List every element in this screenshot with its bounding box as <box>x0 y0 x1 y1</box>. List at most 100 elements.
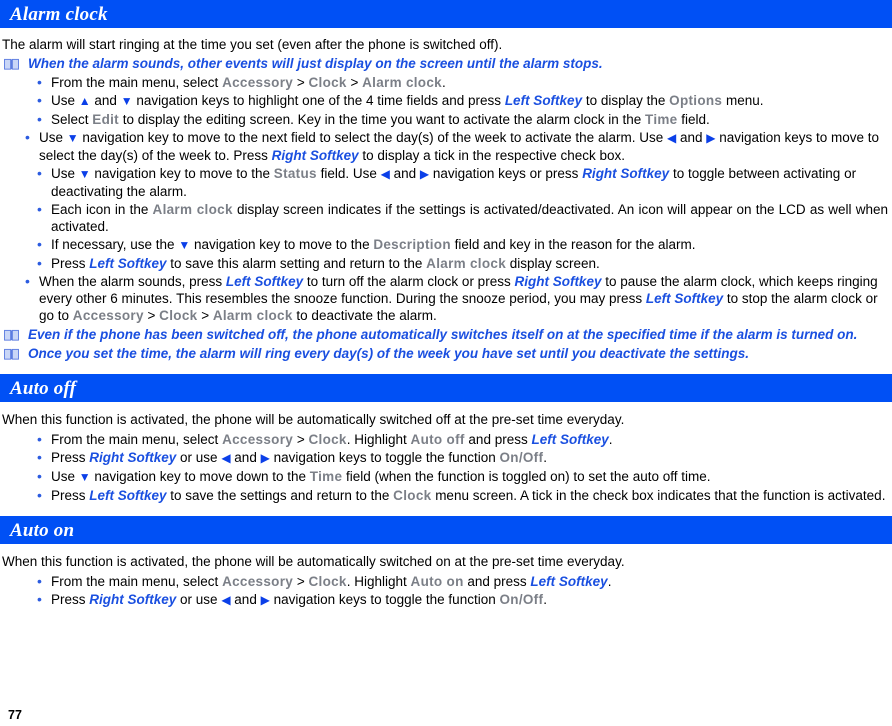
text: . <box>543 592 548 607</box>
ui-name-clock: Clock <box>159 308 198 323</box>
arrow-right-icon: ▶ <box>419 167 430 181</box>
list-item: Press Right Softkey or use ◀ and ▶ navig… <box>34 448 892 467</box>
open-book-icon <box>4 329 19 342</box>
text: Use <box>51 166 79 181</box>
separator: > <box>143 308 160 323</box>
bullet-list-auto-on: From the main menu, select Accessory > C… <box>0 572 892 609</box>
ui-name-accessory: Accessory <box>222 75 294 90</box>
text: Select <box>51 112 93 127</box>
section-title: Auto on <box>10 519 75 541</box>
arrow-left-icon: ◀ <box>221 593 231 607</box>
section-header-alarm-clock: Alarm clock <box>0 0 892 28</box>
text: field. <box>677 112 710 127</box>
section-header-auto-on: Auto on <box>0 516 892 544</box>
text: to save the settings and return to the <box>166 488 394 503</box>
text: to display the editing screen. Key in th… <box>118 112 646 127</box>
softkey-left: Left Softkey <box>225 274 304 289</box>
text: and <box>90 93 121 108</box>
list-item: Press Left Softkey to save the settings … <box>34 486 892 504</box>
ui-name-edit: Edit <box>92 112 119 127</box>
note-line: Once you set the time, the alarm will ri… <box>4 345 892 362</box>
ui-name-alarm-clock: Alarm clock <box>152 202 233 217</box>
text: Use <box>51 469 79 484</box>
text: From the main menu, select <box>51 432 223 447</box>
ui-name-auto-on: Auto on <box>410 574 464 589</box>
text: navigation keys to toggle the function <box>269 592 500 607</box>
text: and press <box>464 432 532 447</box>
text: If necessary, use the <box>51 237 179 252</box>
arrow-down-icon: ▼ <box>120 94 133 108</box>
softkey-left: Left Softkey <box>645 291 724 306</box>
ui-name-alarm-clock: Alarm clock <box>426 256 507 271</box>
ui-name-alarm-clock: Alarm clock <box>362 75 442 90</box>
text: . <box>608 432 613 447</box>
note-text: Once you set the time, the alarm will ri… <box>28 346 749 361</box>
text: navigation key to move to the <box>90 166 274 181</box>
open-book-icon <box>4 348 19 361</box>
separator: > <box>293 432 309 447</box>
text: . <box>607 574 612 589</box>
ui-name-on-off: On/Off <box>499 592 544 607</box>
section-title: Alarm clock <box>10 3 108 25</box>
ui-name-alarm-clock: Alarm clock <box>212 308 293 323</box>
arrow-left-icon: ◀ <box>221 451 231 465</box>
arrow-up-icon: ▲ <box>78 94 91 108</box>
list-item: Press Right Softkey or use ◀ and ▶ navig… <box>34 590 892 609</box>
arrow-right-icon: ▶ <box>260 451 270 465</box>
ui-name-time: Time <box>645 112 678 127</box>
arrow-down-icon: ▼ <box>178 238 191 252</box>
page-number: 77 <box>8 708 22 722</box>
list-item: Use ▼ navigation key to move down to the… <box>34 467 892 486</box>
text: Use <box>51 93 79 108</box>
text: navigation key to move to the next field… <box>78 130 667 145</box>
text: From the main menu, select <box>51 75 223 90</box>
text: menu screen. A tick in the check box ind… <box>431 488 886 503</box>
ui-name-accessory: Accessory <box>222 432 294 447</box>
list-item: Use ▲ and ▼ navigation keys to highlight… <box>34 91 892 110</box>
list-item: Press Left Softkey to save this alarm se… <box>34 254 892 272</box>
list-item: Use ▼ navigation key to move to the Stat… <box>34 164 892 200</box>
text: When the alarm sounds, press <box>39 274 226 289</box>
note-line: When the alarm sounds, other events will… <box>4 55 892 72</box>
text: navigation keys or press <box>429 166 583 181</box>
arrow-down-icon: ▼ <box>66 131 79 145</box>
ui-name-status: Status <box>273 166 317 181</box>
section-alarm-clock: Alarm clock The alarm will start ringing… <box>0 0 892 362</box>
softkey-left: Left Softkey <box>530 574 608 589</box>
ui-name-clock: Clock <box>393 488 432 503</box>
ui-name-clock: Clock <box>308 432 347 447</box>
note-text: Even if the phone has been switched off,… <box>28 327 858 342</box>
note-text: When the alarm sounds, other events will… <box>28 56 603 71</box>
section-header-auto-off: Auto off <box>0 374 892 402</box>
text: to save this alarm setting and return to… <box>166 256 427 271</box>
text: navigation keys to highlight one of the … <box>132 93 505 108</box>
softkey-left: Left Softkey <box>504 93 583 108</box>
manual-page: Alarm clock The alarm will start ringing… <box>0 0 892 726</box>
arrow-right-icon: ▶ <box>260 593 270 607</box>
list-item: Use ▼ navigation key to move to the next… <box>22 128 892 164</box>
arrow-down-icon: ▼ <box>78 167 91 181</box>
softkey-left: Left Softkey <box>531 432 609 447</box>
text: . Highlight <box>346 574 411 589</box>
open-book-icon <box>4 58 19 71</box>
arrow-down-icon: ▼ <box>78 470 91 484</box>
list-item: Select Edit to display the editing scree… <box>34 110 892 128</box>
section-intro: The alarm will start ringing at the time… <box>2 37 503 52</box>
text: Press <box>51 488 90 503</box>
separator: > <box>293 75 309 90</box>
section-title: Auto off <box>10 377 77 399</box>
text: navigation key to move down to the <box>90 469 310 484</box>
text: to display the <box>582 93 670 108</box>
separator: > <box>293 574 309 589</box>
text: . <box>441 75 446 90</box>
section-intro: When this function is activated, the pho… <box>2 412 625 427</box>
text: Press <box>51 592 90 607</box>
text: and <box>389 166 420 181</box>
text: and press <box>463 574 531 589</box>
list-item: From the main menu, select Accessory > C… <box>34 73 892 91</box>
section-auto-off: Auto off When this function is activated… <box>0 374 892 504</box>
arrow-left-icon: ◀ <box>666 131 677 145</box>
softkey-right: Right Softkey <box>582 166 670 181</box>
text: and <box>230 450 261 465</box>
softkey-left: Left Softkey <box>89 256 167 271</box>
